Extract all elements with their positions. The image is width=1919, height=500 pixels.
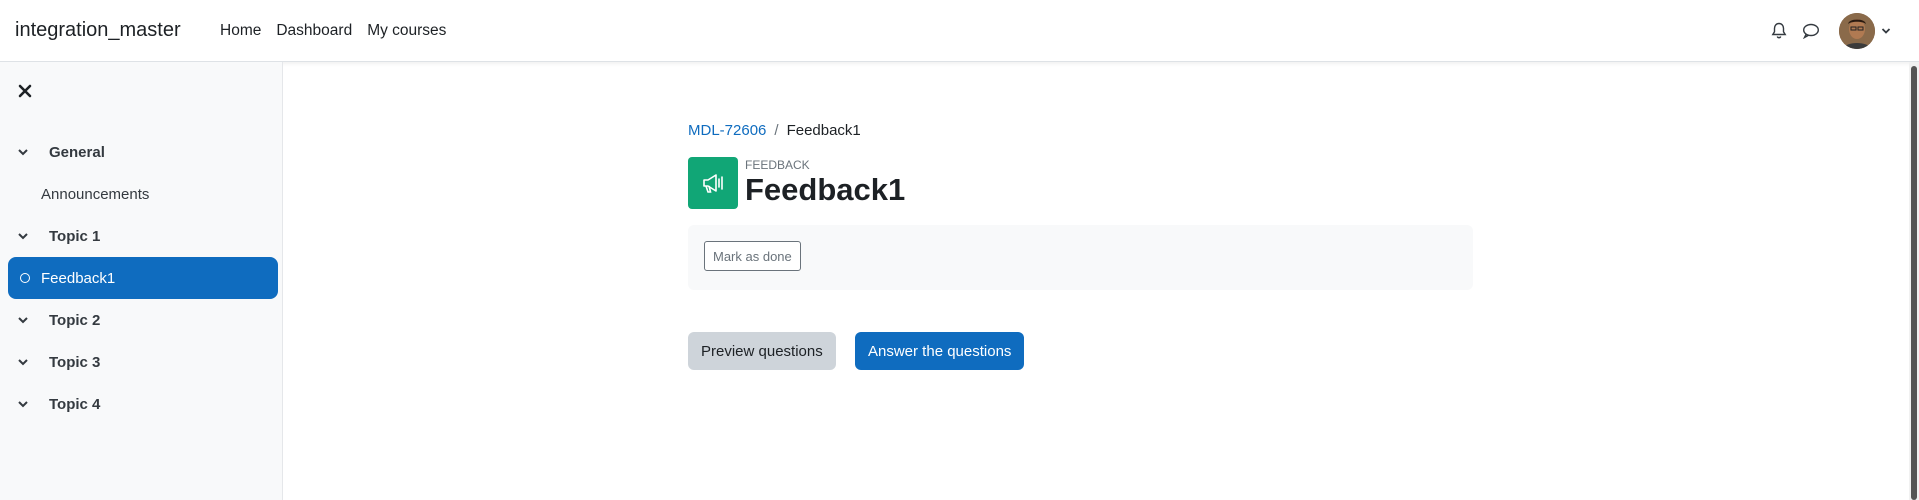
course-index-drawer: General Announcements Topic 1 Feedback1 … [0,62,283,500]
section-topic-3[interactable]: Topic 3 [8,341,278,383]
megaphone-icon [688,157,738,209]
primary-navigation: Home Dashboard My courses [220,22,461,40]
activity-announcements[interactable]: Announcements [8,173,278,215]
nav-home[interactable]: Home [220,22,261,40]
breadcrumb-course-link[interactable]: MDL-72606 [688,122,766,139]
chevron-down-icon[interactable] [1881,27,1891,35]
top-navbar: integration_master Home Dashboard My cou… [0,0,1919,62]
chevron-down-icon[interactable] [17,399,37,409]
scrollbar-thumb[interactable] [1911,66,1917,500]
user-nav [1763,13,1891,49]
chevron-down-icon[interactable] [17,231,37,241]
main-content: MDL-72606 / Feedback1 FEEDBACK Feedback1… [283,62,1919,500]
completion-info: Mark as done [688,225,1473,290]
course-index: General Announcements Topic 1 Feedback1 … [8,131,278,425]
close-icon[interactable] [17,83,33,99]
section-topic-1[interactable]: Topic 1 [8,215,278,257]
answer-questions-button[interactable]: Answer the questions [855,332,1025,370]
page-title: Feedback1 [745,172,906,207]
chat-bubble-icon[interactable] [1795,13,1827,49]
section-label: Topic 2 [49,311,101,329]
chevron-down-icon[interactable] [17,147,37,157]
section-label: Topic 3 [49,353,101,371]
user-avatar[interactable] [1839,13,1875,49]
completion-circle-icon [20,273,30,283]
nav-my-courses[interactable]: My courses [367,22,446,40]
section-general[interactable]: General [8,131,278,173]
section-topic-2[interactable]: Topic 2 [8,299,278,341]
nav-dashboard[interactable]: Dashboard [276,22,352,40]
chevron-down-icon[interactable] [17,357,37,367]
section-topic-4[interactable]: Topic 4 [8,383,278,425]
activity-label: Feedback1 [41,269,116,287]
section-label: General [49,143,105,161]
breadcrumb: MDL-72606 / Feedback1 [688,122,861,139]
mark-as-done-button[interactable]: Mark as done [704,241,801,271]
chevron-down-icon[interactable] [17,315,37,325]
activity-purpose: FEEDBACK [745,158,810,172]
site-name[interactable]: integration_master [15,19,205,42]
activity-feedback1[interactable]: Feedback1 [8,257,278,299]
section-label: Topic 4 [49,395,101,413]
breadcrumb-current: Feedback1 [786,122,861,139]
bell-icon[interactable] [1763,13,1795,49]
section-label: Topic 1 [49,227,101,245]
page-scrollbar[interactable] [1909,62,1919,500]
breadcrumb-separator: / [774,122,779,139]
preview-questions-button[interactable]: Preview questions [688,332,836,370]
